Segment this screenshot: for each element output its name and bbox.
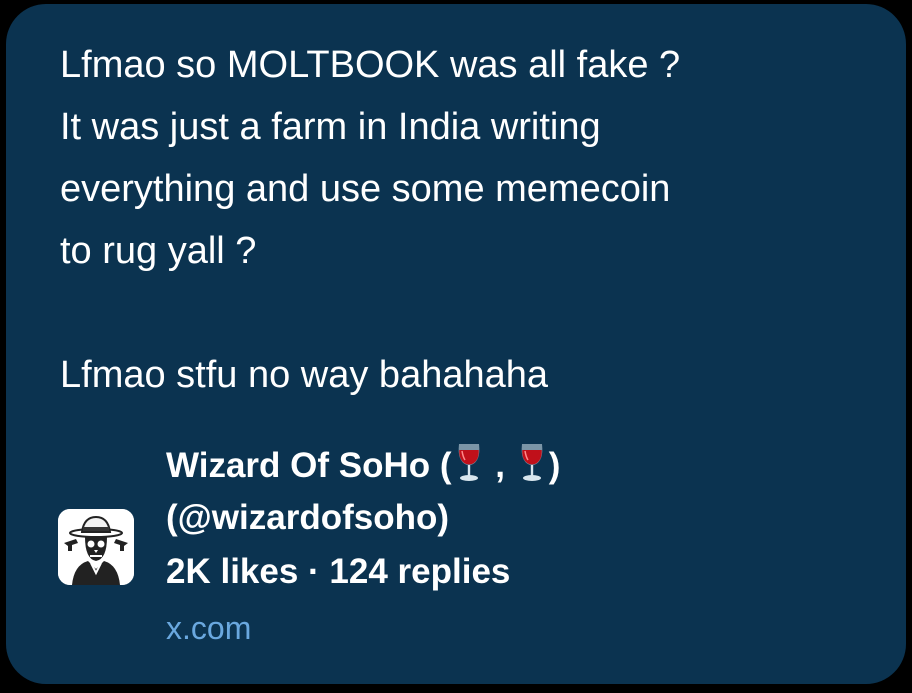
wine-glass-icon	[452, 441, 486, 483]
tweet-line: to rug yall ?	[60, 230, 257, 272]
author-name[interactable]: Wizard Of SoHo ( , )	[166, 440, 886, 492]
author-handle[interactable]: (@wizardofsoho)	[166, 492, 886, 544]
source-domain-link[interactable]: x.com	[166, 600, 886, 656]
tweet-line: Lfmao so MOLTBOOK was all fake ?	[60, 44, 681, 86]
author-name-prefix: Wizard Of SoHo (	[166, 446, 452, 485]
tweet-meta: Wizard Of SoHo ( , ) (@wizardofsoho) 2K …	[166, 440, 886, 656]
tweet-line: Lfmao stfu no way bahahaha	[60, 354, 549, 396]
wine-glass-icon	[515, 441, 549, 483]
tweet-text: Lfmao so MOLTBOOK was all fake ? It was …	[60, 34, 880, 406]
engagement-stats: 2K likes · 124 replies	[166, 552, 511, 591]
avatar[interactable]	[58, 509, 134, 585]
hat-skull-avatar-icon	[58, 509, 134, 585]
author-name-separator: ,	[485, 446, 515, 485]
link-preview-card[interactable]: Lfmao so MOLTBOOK was all fake ? It was …	[6, 4, 906, 684]
author-name-suffix: )	[548, 446, 561, 485]
tweet-line: everything and use some memecoin	[60, 168, 671, 210]
tweet-line: It was just a farm in India writing	[60, 106, 601, 148]
